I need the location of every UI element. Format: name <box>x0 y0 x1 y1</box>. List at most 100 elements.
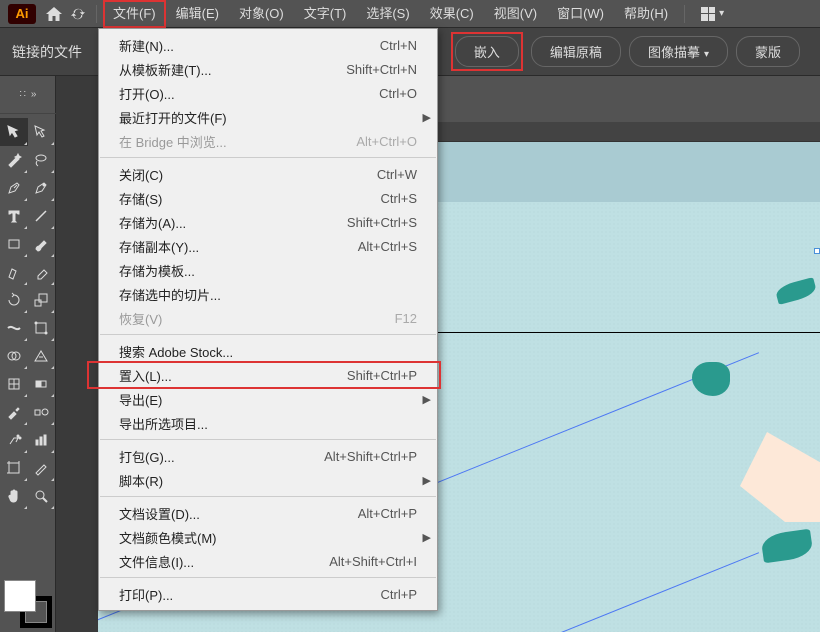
menu-item-label: 新建(N)... <box>119 36 174 55</box>
rectangle-tool[interactable] <box>0 230 28 258</box>
menu-separator <box>100 577 436 578</box>
menu-item-label: 存储(S) <box>119 189 162 208</box>
edit-original-button[interactable]: 编辑原稿 <box>531 36 621 67</box>
hand-tool[interactable] <box>0 482 28 510</box>
menu-item-shortcut: Ctrl+O <box>379 86 417 101</box>
menu-item[interactable]: 脚本(R)▶ <box>99 468 437 492</box>
menu-item[interactable]: 导出所选项目... <box>99 411 437 435</box>
free-transform-tool[interactable] <box>28 314 56 342</box>
menu-separator <box>100 496 436 497</box>
eraser-tool[interactable] <box>28 258 56 286</box>
zoom-tool[interactable] <box>28 482 56 510</box>
menu-视图[interactable]: 视图(V) <box>484 0 547 28</box>
menubar-separator <box>96 5 97 23</box>
image-trace-button[interactable]: 图像描摹▾ <box>629 36 728 67</box>
menu-item[interactable]: 置入(L)...Shift+Ctrl+P <box>99 363 437 387</box>
menu-item: 在 Bridge 中浏览...Alt+Ctrl+O <box>99 129 437 153</box>
menu-item-shortcut: Ctrl+W <box>377 167 417 182</box>
eyedropper-tool[interactable] <box>0 398 28 426</box>
slice-tool[interactable] <box>28 454 56 482</box>
menu-item-shortcut: Ctrl+N <box>380 38 417 53</box>
shape-builder-tool[interactable] <box>0 342 28 370</box>
toolbar-header[interactable]: ∷» <box>0 76 56 114</box>
line-segment-tool[interactable] <box>28 202 56 230</box>
home-icon[interactable] <box>42 7 66 21</box>
paintbrush-tool[interactable] <box>28 230 56 258</box>
menu-效果[interactable]: 效果(C) <box>420 0 484 28</box>
menu-item-shortcut: Ctrl+P <box>381 587 417 602</box>
selection-tool[interactable] <box>0 118 28 146</box>
artwork-fish[interactable] <box>760 529 813 564</box>
type-tool[interactable] <box>0 202 28 230</box>
menu-item[interactable]: 存储为(A)...Shift+Ctrl+S <box>99 210 437 234</box>
menu-item-label: 搜索 Adobe Stock... <box>119 342 233 361</box>
pen-tool[interactable] <box>0 174 28 202</box>
embed-button[interactable]: 嵌入 <box>455 36 519 67</box>
menu-item[interactable]: 新建(N)... Ctrl+N <box>99 33 437 57</box>
menu-item[interactable]: 打开(O)... Ctrl+O <box>99 81 437 105</box>
shaper-tool[interactable] <box>0 258 28 286</box>
menu-文字[interactable]: 文字(T) <box>294 0 357 28</box>
menu-item[interactable]: 最近打开的文件(F)▶ <box>99 105 437 129</box>
menu-item-label: 导出(E) <box>119 390 162 409</box>
sync-icon[interactable] <box>66 7 90 21</box>
submenu-arrow-icon: ▶ <box>423 474 431 487</box>
lasso-tool[interactable] <box>28 146 56 174</box>
menu-item: 恢复(V)F12 <box>99 306 437 330</box>
menu-窗口[interactable]: 窗口(W) <box>547 0 614 28</box>
rotate-tool[interactable] <box>0 286 28 314</box>
menu-item[interactable]: 导出(E)▶ <box>99 387 437 411</box>
menu-item[interactable]: 打印(P)... Ctrl+P <box>99 582 437 606</box>
menu-item-label: 文档颜色模式(M) <box>119 528 217 547</box>
menu-对象[interactable]: 对象(O) <box>229 0 294 28</box>
fill-swatch[interactable] <box>4 580 36 612</box>
direct-selection-tool[interactable] <box>28 118 56 146</box>
symbol-sprayer-tool[interactable] <box>0 426 28 454</box>
menu-item[interactable]: 存储选中的切片... <box>99 282 437 306</box>
linked-file-label: 链接的文件 <box>12 42 82 62</box>
menu-item[interactable]: 打包(G)... Alt+Shift+Ctrl+P <box>99 444 437 468</box>
menu-item-label: 打包(G)... <box>119 447 175 466</box>
menu-文件[interactable]: 文件(F) <box>103 0 166 28</box>
menu-item-label: 最近打开的文件(F) <box>119 108 227 127</box>
blend-tool[interactable] <box>28 398 56 426</box>
menu-item[interactable]: 搜索 Adobe Stock... <box>99 339 437 363</box>
artwork-fish[interactable] <box>692 362 730 396</box>
menu-item-shortcut: Alt+Ctrl+S <box>358 239 417 254</box>
menu-item[interactable]: 文档颜色模式(M)▶ <box>99 525 437 549</box>
mesh-tool[interactable] <box>0 370 28 398</box>
menu-item[interactable]: 存储副本(Y)...Alt+Ctrl+S <box>99 234 437 258</box>
menu-item[interactable]: 文档设置(D)...Alt+Ctrl+P <box>99 501 437 525</box>
menu-item[interactable]: 文件信息(I)...Alt+Shift+Ctrl+I <box>99 549 437 573</box>
curvature-tool[interactable] <box>28 174 56 202</box>
magic-wand-tool[interactable] <box>0 146 28 174</box>
menubar: Ai 文件(F)编辑(E)对象(O)文字(T)选择(S)效果(C)视图(V)窗口… <box>0 0 820 28</box>
scale-tool[interactable] <box>28 286 56 314</box>
menu-选择[interactable]: 选择(S) <box>356 0 419 28</box>
menu-item-label: 导出所选项目... <box>119 414 208 433</box>
artboard-tool[interactable] <box>0 454 28 482</box>
menu-item-label: 存储选中的切片... <box>119 285 221 304</box>
menu-item-shortcut: Alt+Shift+Ctrl+P <box>324 449 417 464</box>
menu-帮助[interactable]: 帮助(H) <box>614 0 678 28</box>
menu-编辑[interactable]: 编辑(E) <box>166 0 229 28</box>
menu-item-label: 打开(O)... <box>119 84 175 103</box>
menu-item[interactable]: 存储为模板... <box>99 258 437 282</box>
artwork-arm[interactable] <box>740 432 820 522</box>
app-brand-icon: Ai <box>8 4 36 24</box>
column-graph-tool[interactable] <box>28 426 56 454</box>
menu-item[interactable]: 从模板新建(T)...Shift+Ctrl+N <box>99 57 437 81</box>
gradient-tool[interactable] <box>28 370 56 398</box>
width-tool[interactable] <box>0 314 28 342</box>
color-swatch[interactable] <box>4 580 52 628</box>
menu-item[interactable]: 关闭(C)Ctrl+W <box>99 162 437 186</box>
menu-item-label: 恢复(V) <box>119 309 162 328</box>
menu-item-label: 打印(P)... <box>119 585 173 604</box>
workspace-switcher[interactable]: ▾ <box>691 0 734 28</box>
artwork-fish[interactable] <box>774 277 817 305</box>
mask-button[interactable]: 蒙版 <box>736 36 800 67</box>
selection-handle[interactable] <box>814 248 820 254</box>
perspective-grid-tool[interactable] <box>28 342 56 370</box>
menu-separator <box>100 439 436 440</box>
menu-item[interactable]: 存储(S)Ctrl+S <box>99 186 437 210</box>
